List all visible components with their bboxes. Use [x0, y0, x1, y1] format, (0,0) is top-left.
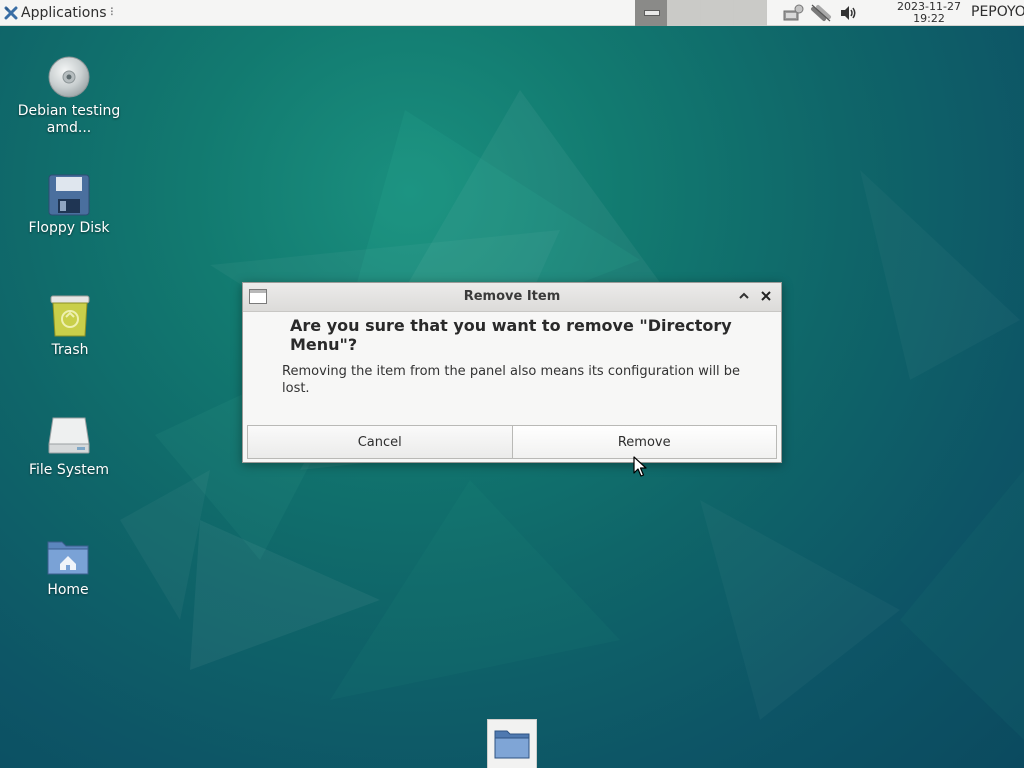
cancel-button[interactable]: Cancel — [247, 425, 513, 459]
desktop-icon-label: Floppy Disk — [28, 220, 110, 236]
network-disconnected-icon[interactable] — [810, 3, 832, 23]
bottom-dock — [487, 719, 537, 768]
desktop-icon-file-system[interactable]: File System — [14, 414, 124, 479]
user-menu-button[interactable]: PEPOYO — [971, 4, 1024, 20]
xfce-logo-icon — [4, 6, 18, 19]
dialog-heading: Are you sure that you want to remove "Di… — [290, 316, 732, 354]
mouse-pointer-icon — [633, 456, 647, 477]
workspace-4[interactable] — [734, 0, 767, 26]
dialog-message: Removing the item from the panel also me… — [282, 364, 741, 396]
desktop-icon-debian-disc[interactable]: Debian testing amd... — [14, 55, 124, 137]
home-folder-icon — [47, 541, 89, 575]
system-tray — [782, 2, 858, 24]
optical-disc-icon — [48, 56, 90, 98]
dialog-title: Remove Item — [463, 289, 561, 304]
close-icon[interactable] — [759, 289, 773, 303]
dialog-button-row: Cancel Remove — [247, 425, 777, 459]
folder-icon[interactable] — [494, 728, 530, 760]
volume-icon[interactable] — [838, 3, 858, 23]
desktop-icon-label: Debian testing amd... — [17, 103, 121, 136]
applications-label: Applications — [21, 4, 107, 21]
network-wired-icon[interactable] — [782, 3, 804, 23]
top-panel: Applications ⠇ 2023-11-27 19:22 PEPOYO — [0, 0, 1024, 26]
desktop-icon-label: Trash — [51, 342, 89, 358]
drive-icon — [48, 417, 90, 454]
workspace-window-thumbnail — [644, 10, 660, 16]
desktop-icon-home[interactable]: Home — [13, 534, 123, 599]
desktop-icon-label: Home — [47, 582, 89, 598]
panel-separator-handle: ⠇ — [109, 6, 118, 19]
dialog-titlebar[interactable]: Remove Item — [243, 283, 781, 312]
chevron-up-icon[interactable] — [737, 289, 751, 303]
workspace-2[interactable] — [668, 0, 701, 26]
workspace-switcher — [635, 0, 767, 26]
workspace-1[interactable] — [635, 0, 668, 26]
floppy-disk-icon — [48, 174, 90, 216]
desktop-icon-label: File System — [28, 462, 110, 478]
remove-item-dialog: Remove Item Are you sure that you want t… — [242, 282, 782, 463]
panel-clock[interactable]: 2023-11-27 19:22 — [893, 1, 965, 25]
clock-time: 19:22 — [913, 12, 945, 25]
remove-button[interactable]: Remove — [512, 425, 777, 459]
desktop: Applications ⠇ 2023-11-27 19:22 PEPOYO D… — [0, 0, 1024, 768]
desktop-icon-floppy-disk[interactable]: Floppy Disk — [14, 174, 124, 237]
applications-menu-button[interactable]: Applications ⠇ — [0, 0, 121, 25]
desktop-icon-trash[interactable]: Trash — [15, 294, 125, 359]
trash-icon — [50, 295, 90, 337]
workspace-3[interactable] — [701, 0, 734, 26]
